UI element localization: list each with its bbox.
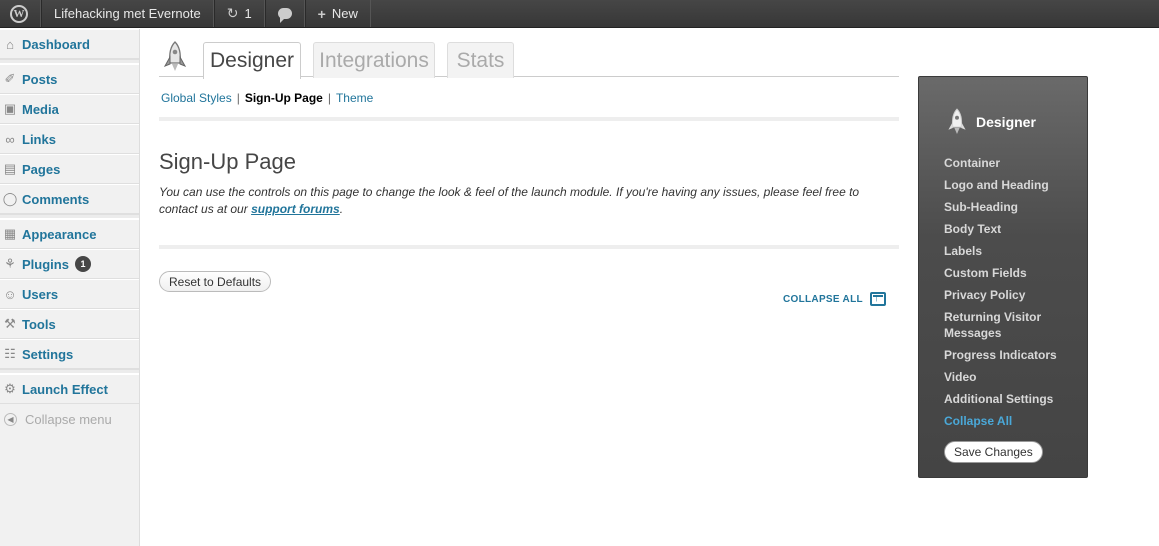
- users-icon: ☺: [3, 286, 17, 302]
- media-icon: ▣: [3, 101, 17, 116]
- collapse-menu-button[interactable]: ◀ Collapse menu: [0, 404, 139, 434]
- panel-link-custom-fields[interactable]: Custom Fields: [944, 265, 1084, 281]
- panel-title: Designer: [976, 114, 1036, 130]
- main-content: Designer Integrations Stats Global Style…: [159, 29, 899, 306]
- collapse-all-link[interactable]: COLLAPSE ALL: [783, 292, 886, 306]
- plugins-update-badge: 1: [74, 256, 91, 272]
- support-forums-link[interactable]: support forums: [251, 202, 340, 216]
- wordpress-logo-icon: W: [10, 4, 28, 23]
- pages-icon: ▤: [3, 161, 17, 176]
- admin-bar: W Lifehacking met Evernote ↻ 1 + New: [0, 0, 1159, 28]
- collapse-menu-label: Collapse menu: [25, 411, 112, 427]
- collapse-up-icon: [869, 292, 886, 306]
- site-name-link[interactable]: Lifehacking met Evernote: [41, 0, 214, 27]
- panel-link-labels[interactable]: Labels: [944, 243, 1084, 259]
- page-description: You can use the controls on this page to…: [159, 184, 879, 218]
- panel-link-privacy-policy[interactable]: Privacy Policy: [944, 287, 1084, 303]
- menu-item-launch-effect[interactable]: ⚙ Launch Effect: [0, 374, 139, 404]
- description-end: .: [339, 202, 344, 216]
- home-icon: ⌂: [6, 36, 14, 52]
- menu-item-appearance[interactable]: ▦ Appearance: [0, 219, 139, 249]
- menu-item-label: Comments: [22, 191, 90, 207]
- plugin-icon: ⚘: [4, 256, 16, 271]
- save-changes-button[interactable]: Save Changes: [944, 441, 1043, 463]
- comment-bubble-icon: [277, 8, 292, 23]
- menu-item-plugins[interactable]: ⚘ Plugins 1: [0, 249, 139, 279]
- tab-integrations[interactable]: Integrations: [313, 42, 435, 78]
- updates-count: 1: [244, 6, 252, 21]
- tab-designer[interactable]: Designer: [203, 42, 301, 79]
- menu-item-label: Links: [22, 131, 56, 147]
- menu-item-comments[interactable]: ◯ Comments: [0, 184, 139, 214]
- panel-link-logo-and-heading[interactable]: Logo and Heading: [944, 177, 1084, 193]
- collapse-all-label: COLLAPSE ALL: [783, 293, 863, 305]
- designer-panel: Designer Container Logo and Heading Sub-…: [918, 76, 1088, 478]
- tab-stats[interactable]: Stats: [447, 42, 514, 78]
- menu-item-label: Media: [22, 101, 59, 117]
- menu-item-label: Users: [22, 286, 59, 302]
- menu-item-users[interactable]: ☺ Users: [0, 279, 139, 309]
- settings-icon: ☷: [4, 346, 16, 361]
- panel-link-video[interactable]: Video: [944, 369, 1084, 385]
- subnav-global-styles[interactable]: Global Styles: [161, 91, 232, 105]
- menu-item-pages[interactable]: ▤ Pages: [0, 154, 139, 184]
- appearance-icon: ▦: [3, 226, 17, 241]
- subnav-separator: |: [236, 91, 240, 105]
- subnav-separator: |: [327, 91, 331, 105]
- collapse-arrow-icon: ◀: [4, 412, 17, 426]
- menu-item-label: Dashboard: [22, 36, 90, 52]
- menu-item-tools[interactable]: ⚒ Tools: [0, 309, 139, 339]
- panel-link-progress-indicators[interactable]: Progress Indicators: [944, 347, 1084, 363]
- menu-item-label: Appearance: [22, 226, 97, 242]
- tools-icon: ⚒: [4, 316, 16, 331]
- rocket-icon: [163, 41, 187, 71]
- refresh-icon: ↻: [226, 5, 239, 21]
- panel-link-additional-settings[interactable]: Additional Settings: [944, 391, 1084, 407]
- panel-link-container[interactable]: Container: [944, 155, 1084, 171]
- new-content-link[interactable]: + New: [304, 0, 371, 27]
- menu-item-label: Posts: [22, 71, 58, 87]
- tab-bar: Designer Integrations Stats: [159, 29, 899, 79]
- panel-link-collapse-all[interactable]: Collapse All: [944, 413, 1084, 429]
- new-label: New: [331, 6, 358, 21]
- subnav-theme[interactable]: Theme: [336, 91, 373, 105]
- rocket-icon: [948, 108, 966, 134]
- menu-item-dashboard[interactable]: ⌂ Dashboard: [0, 29, 139, 59]
- reset-to-defaults-button[interactable]: Reset to Defaults: [159, 271, 272, 292]
- divider: [159, 117, 899, 121]
- menu-item-label: Pages: [22, 161, 61, 177]
- menu-item-links[interactable]: ∞ Links: [0, 124, 139, 154]
- panel-link-returning-visitor-messages[interactable]: Returning Visitor Messages: [944, 309, 1059, 341]
- menu-item-posts[interactable]: ✐ Posts: [0, 64, 139, 94]
- menu-item-label: Settings: [22, 346, 74, 362]
- panel-link-list: Container Logo and Heading Sub-Heading B…: [944, 155, 1084, 435]
- comment-icon: ◯: [2, 191, 18, 206]
- subnav-sign-up-page[interactable]: Sign-Up Page: [245, 91, 323, 105]
- divider: [159, 245, 899, 249]
- panel-link-sub-heading[interactable]: Sub-Heading: [944, 199, 1084, 215]
- menu-item-label: Launch Effect: [22, 381, 108, 397]
- menu-item-label: Plugins: [22, 256, 69, 272]
- menu-item-label: Tools: [22, 316, 56, 332]
- admin-menu: ⌂ Dashboard ✐ Posts ▣ Media ∞ Links ▤ Pa…: [0, 29, 140, 546]
- menu-item-media[interactable]: ▣ Media: [0, 94, 139, 124]
- pushpin-icon: ✐: [4, 71, 16, 86]
- wordpress-logo-menu[interactable]: W: [0, 0, 41, 27]
- updates-link[interactable]: ↻ 1: [213, 0, 265, 27]
- launch-effect-icon: ⚙: [4, 381, 16, 396]
- panel-link-body-text[interactable]: Body Text: [944, 221, 1084, 237]
- menu-item-settings[interactable]: ☷ Settings: [0, 339, 139, 369]
- panel-header: Designer: [945, 107, 1036, 137]
- subnav: Global Styles | Sign-Up Page | Theme: [161, 91, 373, 105]
- link-icon: ∞: [5, 131, 15, 147]
- page-title: Sign-Up Page: [159, 149, 296, 174]
- plus-icon: +: [317, 5, 326, 22]
- comments-link[interactable]: [264, 0, 305, 27]
